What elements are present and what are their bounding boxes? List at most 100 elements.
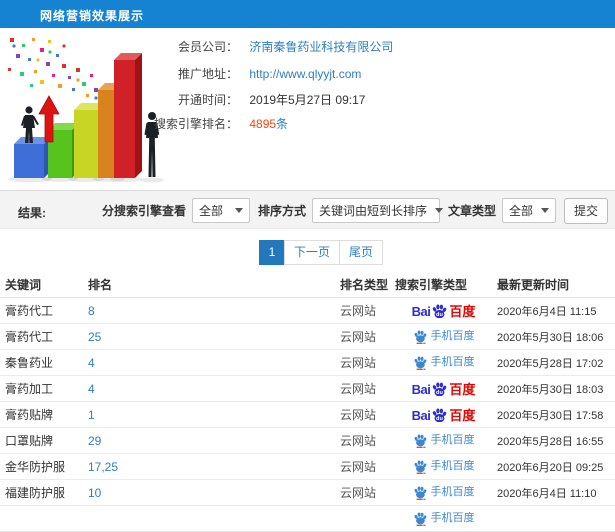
header-engine-type: 搜索引擎类型 bbox=[395, 278, 468, 292]
rank-link[interactable]: 1 bbox=[88, 408, 95, 422]
engine-filter-label: 分搜索引擎查看 bbox=[101, 204, 186, 218]
table-row: Bai du 百度 bbox=[0, 506, 615, 532]
rank-cell: 1 bbox=[83, 408, 335, 422]
keyword-cell: 膏药加工 bbox=[5, 382, 54, 396]
table-body: 膏药代工 8 云网站 Bai du 百度 2020年6月4日 11:15 膏药代… bbox=[0, 298, 615, 532]
promo-url-link[interactable]: http://www.qlyyjt.com bbox=[249, 67, 361, 81]
engine-cell: Bai du 百度 bbox=[395, 434, 492, 448]
rank-cell: 8 bbox=[83, 304, 335, 318]
baidu-pc-logo: Bai du 百度 bbox=[411, 304, 476, 318]
article-type-select[interactable]: 全部 bbox=[501, 198, 556, 223]
baidu-paw-icon: du bbox=[433, 408, 447, 422]
baidu-mobile-logo: 手机百度 bbox=[413, 460, 475, 474]
engine-cell: Bai du 百度 bbox=[395, 460, 492, 474]
bar-red bbox=[114, 53, 142, 178]
account-summary-section: 会员公司： 济南秦鲁药业科技有限公司 推广地址： http://www.qlyy… bbox=[0, 28, 615, 185]
marketing-report-page: { "header": { "title": "网络营销效果展示" }, "in… bbox=[0, 0, 615, 532]
table-row: 秦鲁药业 4 云网站 Bai du 百度 bbox=[0, 350, 615, 376]
mobile-baidu-paw-icon bbox=[414, 434, 426, 448]
sort-select[interactable]: 关键词由短到长排序 bbox=[311, 198, 443, 223]
rank-count: 4895 bbox=[249, 117, 277, 131]
rank-link[interactable]: 25 bbox=[88, 330, 101, 344]
table-row: 福建防护服 10 云网站 Bai du 百度 bbox=[0, 480, 615, 506]
baidu-paw-icon: du bbox=[433, 382, 447, 396]
header-rank: 排名 bbox=[88, 278, 113, 292]
baidu-mobile-logo: 手机百度 bbox=[413, 512, 475, 526]
rank-link[interactable]: 29 bbox=[88, 434, 101, 448]
article-type-label: 文章类型 bbox=[447, 204, 496, 218]
rank-type-cell: 云网站 bbox=[340, 460, 377, 474]
chevron-down-icon bbox=[541, 208, 549, 213]
mobile-baidu-paw-icon bbox=[414, 330, 426, 344]
title-bar: 网络营销效果展示 bbox=[0, 0, 615, 28]
table-row: 膏药代工 25 云网站 Bai du 百度 bbox=[0, 324, 615, 350]
confetti-dots bbox=[8, 38, 98, 100]
rank-cell: 4 bbox=[83, 356, 335, 370]
rank-link[interactable]: 8 bbox=[88, 304, 95, 318]
engine-cell: Bai du 百度 bbox=[395, 407, 492, 422]
updated-time-cell: 2020年6月20日 09:25 bbox=[497, 461, 604, 474]
header-keyword: 关键词 bbox=[5, 278, 42, 292]
rank-type-cell: 云网站 bbox=[340, 356, 377, 370]
sort-value: 关键词由短到长排序 bbox=[318, 204, 427, 218]
header-updated: 最新更新时间 bbox=[497, 278, 570, 292]
keyword-cell: 金华防护服 bbox=[5, 460, 66, 474]
keyword-cell: 秦鲁药业 bbox=[5, 356, 54, 370]
rank-link[interactable]: 17,25 bbox=[88, 460, 118, 474]
baidu-mobile-logo: 手机百度 bbox=[413, 434, 475, 448]
keyword-cell: 膏药贴牌 bbox=[5, 408, 54, 422]
keyword-cell: 口罩贴牌 bbox=[5, 434, 54, 448]
engine-rank-label: 搜索引擎排名： bbox=[153, 117, 238, 131]
keyword-cell: 膏药代工 bbox=[5, 304, 54, 318]
rank-cell: 17,25 bbox=[83, 460, 335, 474]
updated-time-cell: 2020年6月4日 11:15 bbox=[497, 305, 597, 318]
table-row: 膏药代工 8 云网站 Bai du 百度 2020年6月4日 11:15 bbox=[0, 298, 615, 324]
sort-label: 排序方式 bbox=[257, 204, 306, 218]
rank-type-cell: 云网站 bbox=[340, 408, 377, 422]
rank-cell: 29 bbox=[83, 434, 335, 448]
rank-cell: 25 bbox=[83, 330, 335, 344]
next-page-button[interactable]: 下一页 bbox=[284, 240, 341, 265]
rank-unit: 条 bbox=[276, 117, 289, 131]
mobile-baidu-paw-icon bbox=[414, 486, 426, 500]
updated-time-cell: 2020年5月30日 18:06 bbox=[497, 331, 604, 344]
updated-time-cell: 2020年5月30日 18:03 bbox=[497, 383, 604, 396]
keyword-ranking-table: 关键词 排名 排名类型 搜索引擎类型 最新更新时间 膏药代工 8 云网站 Bai bbox=[0, 272, 615, 532]
table-row: 口罩贴牌 29 云网站 Bai du 百度 bbox=[0, 428, 615, 454]
svg-text:du: du bbox=[436, 416, 443, 422]
engine-rank-value: 4895条 bbox=[249, 117, 288, 131]
rank-type-cell: 云网站 bbox=[340, 486, 377, 500]
rank-type-cell: 云网站 bbox=[340, 434, 377, 448]
rank-cell: 4 bbox=[83, 382, 335, 396]
submit-button[interactable]: 提交 bbox=[563, 197, 608, 224]
baidu-mobile-logo: 手机百度 bbox=[413, 486, 475, 500]
rank-link[interactable]: 10 bbox=[88, 486, 101, 500]
updated-time-cell: 2020年5月30日 17:58 bbox=[497, 409, 604, 422]
engine-cell: Bai du 百度 bbox=[395, 356, 492, 370]
keyword-cell: 福建防护服 bbox=[5, 486, 66, 500]
growth-chart-illustration bbox=[8, 38, 164, 183]
engine-filter-select[interactable]: 全部 bbox=[191, 198, 250, 223]
engine-cell: Bai du 百度 bbox=[395, 303, 492, 318]
engine-rank-row: 搜索引擎排名： 4895条 bbox=[152, 115, 288, 131]
baidu-mobile-logo: 手机百度 bbox=[413, 356, 475, 370]
engine-cell: Bai du 百度 bbox=[395, 486, 492, 500]
engine-cell: Bai du 百度 bbox=[395, 381, 492, 396]
rank-link[interactable]: 4 bbox=[88, 356, 95, 370]
updated-time-cell: 2020年6月4日 11:10 bbox=[497, 487, 597, 500]
rank-link[interactable]: 4 bbox=[88, 382, 95, 396]
opened-time-label: 开通时间： bbox=[177, 93, 238, 107]
engine-filter-value: 全部 bbox=[198, 204, 223, 218]
page-1-button[interactable]: 1 bbox=[259, 240, 285, 265]
opened-time-row: 开通时间： 2019年5月27日 09:17 bbox=[152, 91, 365, 107]
page-title: 网络营销效果展示 bbox=[40, 9, 145, 23]
company-row: 会员公司： 济南秦鲁药业科技有限公司 bbox=[152, 38, 393, 54]
baidu-paw-icon: du bbox=[433, 304, 447, 318]
rank-type-cell: 云网站 bbox=[340, 304, 377, 318]
filter-controls: 分搜索引擎查看 全部 排序方式 关键词由短到长排序 文章类型 全部 提交 bbox=[94, 197, 608, 224]
table-row: 金华防护服 17,25 云网站 Bai du 百度 bbox=[0, 454, 615, 480]
company-link[interactable]: 济南秦鲁药业科技有限公司 bbox=[249, 40, 393, 54]
last-page-button[interactable]: 尾页 bbox=[339, 240, 384, 265]
baidu-pc-logo: Bai du 百度 bbox=[411, 408, 476, 422]
promo-url-row: 推广地址： http://www.qlyyjt.com bbox=[152, 65, 361, 81]
